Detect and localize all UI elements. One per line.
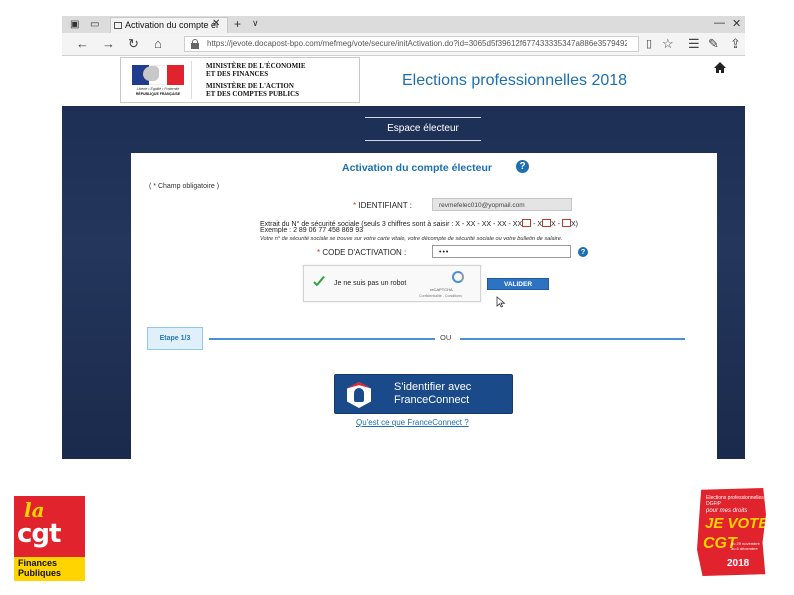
marianne-motto: Liberté • Égalité • Fraternité bbox=[136, 87, 180, 91]
site-header: Liberté • Égalité • Fraternité RÉPUBLIQU… bbox=[62, 56, 745, 106]
favorite-star-icon[interactable]: ☆ bbox=[662, 37, 674, 51]
marianne-logo: Liberté • Égalité • Fraternité RÉPUBLIQU… bbox=[124, 61, 192, 99]
browser-home-icon[interactable]: ⌂ bbox=[154, 37, 162, 51]
reading-view-icon[interactable]: ▯ bbox=[646, 37, 652, 51]
required-star: * bbox=[317, 248, 321, 257]
code-help-icon[interactable]: ? bbox=[578, 247, 588, 257]
browser-nav-bar: ← → ↻ ⌂ https://jevote.docapost-bpo.com/… bbox=[62, 33, 745, 56]
recaptcha-terms-link[interactable]: Confidentialité - Conditions bbox=[419, 294, 462, 298]
presentation-slide: ▣ ▭ Activation du compte él ✕ + ∨ — ✕ ← … bbox=[0, 0, 794, 595]
recaptcha-label: Je ne suis pas un robot bbox=[334, 280, 407, 287]
notes-icon[interactable]: ✎ bbox=[708, 37, 719, 51]
ssn-digit-box bbox=[561, 219, 571, 227]
vote-badge-line3: pour mes droits bbox=[706, 508, 748, 514]
ssn-example: Exemple : 2 89 06 77 458 869 93 bbox=[260, 227, 364, 234]
back-icon[interactable]: ← bbox=[76, 37, 89, 51]
share-icon[interactable]: ⇪ bbox=[730, 37, 741, 51]
required-star: * bbox=[353, 201, 357, 210]
window-minimize-icon[interactable]: — bbox=[714, 17, 725, 29]
ministry-name-line4: ET DES COMPTES PUBLICS bbox=[206, 90, 300, 98]
checkmark-icon[interactable] bbox=[313, 275, 327, 289]
divider-line bbox=[209, 338, 435, 340]
mouse-cursor-icon bbox=[496, 296, 506, 308]
help-icon[interactable]: ? bbox=[516, 160, 529, 173]
tab-preview-icon[interactable]: ▭ bbox=[90, 19, 99, 30]
ssn-digit-box bbox=[522, 219, 532, 227]
page-icon bbox=[114, 22, 122, 29]
franceconnect-button[interactable]: S'identifier avec FranceConnect bbox=[334, 374, 513, 414]
ssn-instruction-sep1: - X bbox=[531, 221, 543, 228]
new-tab-icon[interactable]: + bbox=[234, 17, 241, 31]
code-activation-label: * CODE D'ACTIVATION : bbox=[317, 248, 406, 257]
cgt-logo-finances: Finances bbox=[18, 558, 58, 568]
identifiant-label-text: IDENTIFIANT : bbox=[358, 201, 412, 210]
url-text[interactable]: https://jevote.docapost-bpo.com/mefmeg/v… bbox=[207, 39, 627, 48]
identifiant-label: * IDENTIFIANT : bbox=[353, 201, 412, 210]
tab-title: Activation du compte él bbox=[125, 20, 219, 30]
vote-badge-date2: au 6 décembre bbox=[731, 546, 758, 551]
cgt-finances-publiques-logo: la cgt Finances Publiques bbox=[14, 496, 85, 581]
ministry-name-line2: ET DES FINANCES bbox=[206, 70, 269, 78]
refresh-icon[interactable]: ↻ bbox=[128, 37, 139, 51]
home-icon[interactable] bbox=[714, 62, 726, 74]
browser-tab-bar: ▣ ▭ Activation du compte él ✕ + ∨ — ✕ bbox=[62, 16, 745, 33]
ministry-name-line1: MINISTÈRE DE L'ÉCONOMIE bbox=[206, 62, 306, 70]
ssn-instruction-end: X) bbox=[570, 221, 578, 228]
ssn-digit-box bbox=[542, 219, 552, 227]
code-activation-field[interactable] bbox=[432, 245, 571, 258]
franceconnect-logo-icon bbox=[344, 380, 374, 410]
ssn-instruction-sep2: X - bbox=[551, 221, 562, 228]
tab-espace-electeur[interactable]: Espace électeur bbox=[365, 117, 481, 141]
franceconnect-label-line2: FranceConnect bbox=[394, 394, 470, 406]
address-bar[interactable]: https://jevote.docapost-bpo.com/mefmeg/v… bbox=[184, 36, 639, 52]
recaptcha-logo-icon bbox=[450, 271, 466, 284]
divider-line bbox=[460, 338, 685, 340]
cgt-logo-word: cgt bbox=[17, 519, 61, 549]
or-separator: OU bbox=[440, 333, 452, 342]
content-background: Espace électeur Activation du compte éle… bbox=[62, 106, 745, 459]
lock-icon bbox=[191, 39, 199, 49]
browser-tab-active[interactable]: Activation du compte él bbox=[110, 17, 228, 33]
activation-form-panel: Activation du compte électeur ? ( * Cham… bbox=[131, 153, 717, 459]
favorites-hub-icon[interactable]: ☰ bbox=[688, 37, 700, 51]
ministry-logo-block[interactable]: Liberté • Égalité • Fraternité RÉPUBLIQU… bbox=[120, 57, 360, 103]
browser-window: ▣ ▭ Activation du compte él ✕ + ∨ — ✕ ← … bbox=[62, 16, 745, 459]
vote-badge-line2: DGFiP bbox=[706, 501, 721, 507]
page-title: Elections professionnelles 2018 bbox=[402, 72, 628, 89]
recaptcha-brand: reCAPTCHA bbox=[430, 287, 453, 292]
forward-icon[interactable]: → bbox=[102, 37, 115, 51]
franceconnect-label-line1: S'identifier avec bbox=[394, 381, 472, 393]
marianne-republique: RÉPUBLIQUE FRANÇAISE bbox=[135, 92, 181, 96]
identifiant-field[interactable] bbox=[432, 198, 572, 211]
step-indicator: Etape 1/3 bbox=[147, 327, 203, 350]
marianne-profile-icon bbox=[143, 66, 159, 81]
window-close-icon[interactable]: ✕ bbox=[732, 17, 741, 30]
cgt-logo-publiques: Publiques bbox=[18, 568, 62, 578]
franceconnect-info-link[interactable]: Qu'est ce que FranceConnect ? bbox=[356, 418, 469, 427]
recaptcha-widget[interactable]: Je ne suis pas un robot reCAPTCHA Confid… bbox=[303, 265, 481, 302]
form-title: Activation du compte électeur bbox=[342, 162, 492, 174]
tab-list-chevron-icon[interactable]: ∨ bbox=[252, 18, 259, 29]
required-field-note: ( * Champ obligatoire ) bbox=[149, 183, 220, 190]
ministry-name-line3: MINISTÈRE DE L'ACTION bbox=[206, 82, 294, 90]
vote-badge-year: 2018 bbox=[727, 558, 750, 569]
vote-badge-je-vote: JE VOTE bbox=[705, 515, 769, 532]
tab-close-icon[interactable]: ✕ bbox=[212, 18, 220, 29]
set-tabs-aside-icon[interactable]: ▣ bbox=[70, 19, 79, 30]
valider-button[interactable]: VALIDER bbox=[487, 278, 549, 290]
je-vote-cgt-badge: Elections professionnelles DGFiP pour me… bbox=[697, 488, 766, 576]
code-activation-label-text: CODE D'ACTIVATION : bbox=[322, 248, 407, 257]
ssn-note: Votre n° de sécurité sociale se trouve s… bbox=[260, 236, 563, 242]
